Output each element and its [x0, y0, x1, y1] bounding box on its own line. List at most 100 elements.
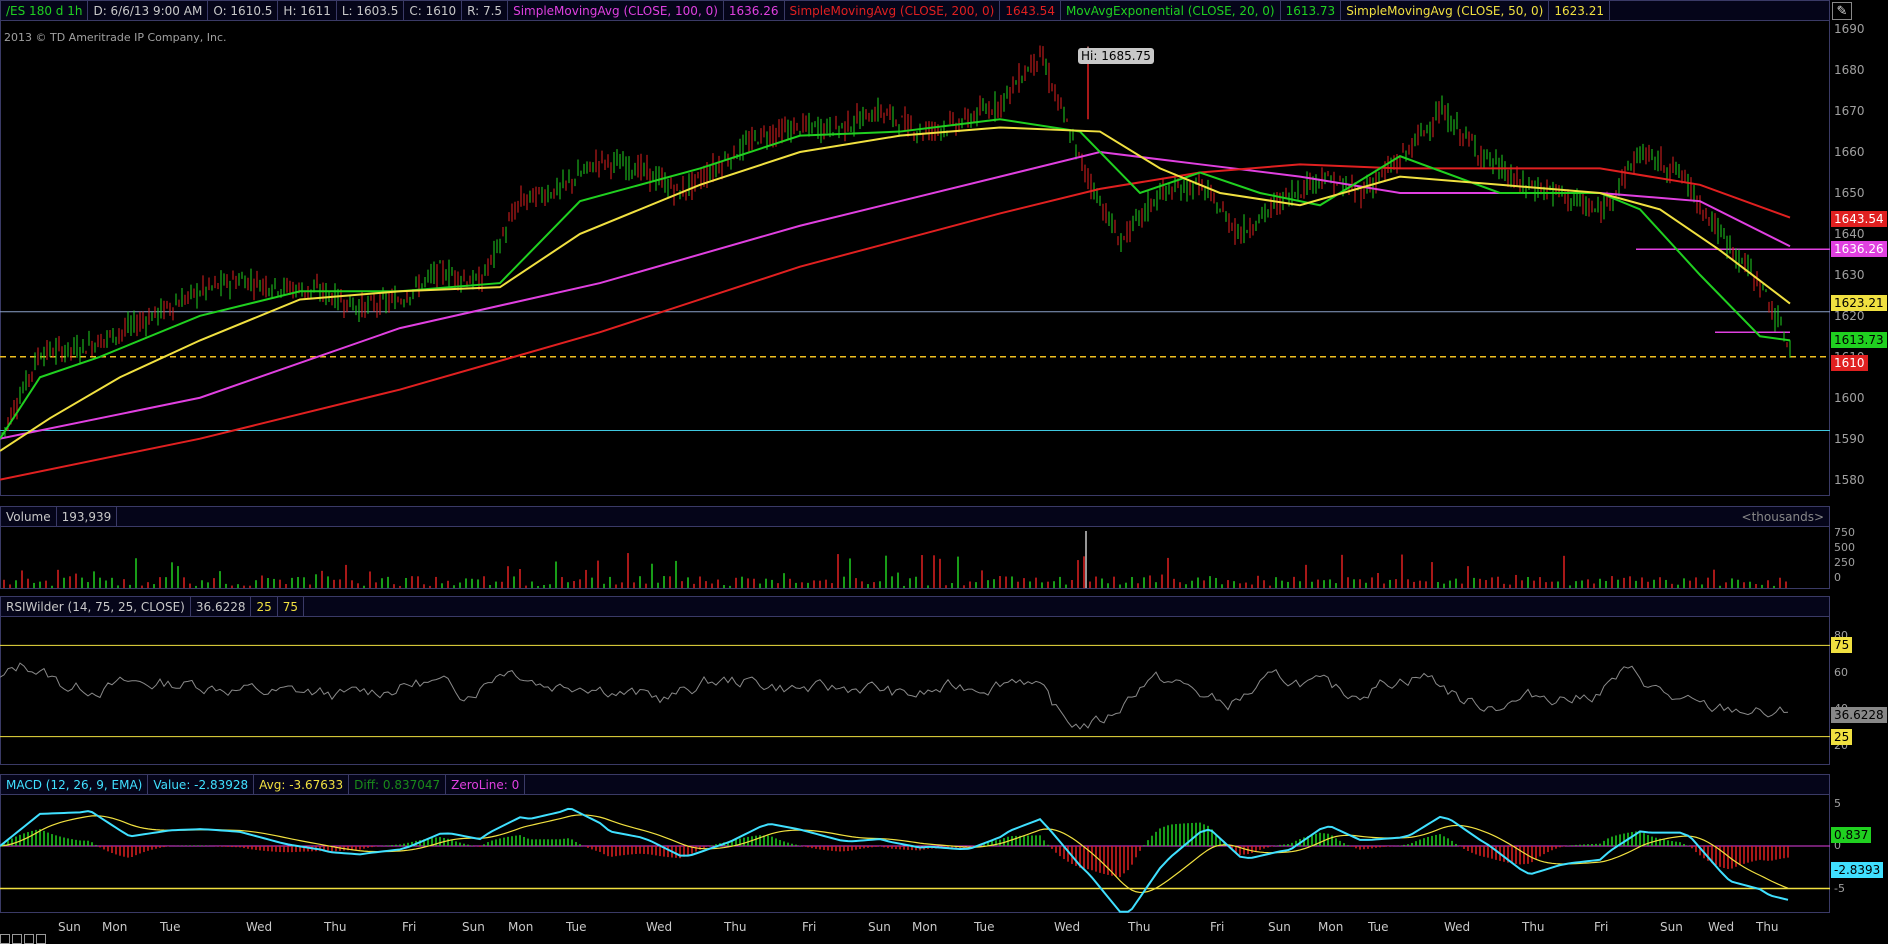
- macd-tag: -2.8393: [1831, 862, 1884, 879]
- low-label: L: 1603.5: [337, 1, 405, 20]
- macd-label[interactable]: MACD (12, 26, 9, EMA): [1, 775, 149, 794]
- study-sma50-value: 1623.21: [1549, 1, 1610, 20]
- rsi-oversold-level: 25: [251, 597, 278, 616]
- price-tick-label: 1690: [1834, 22, 1865, 37]
- price-tick-label: 1630: [1834, 267, 1865, 282]
- rsi-tag: 36.6228: [1831, 707, 1887, 724]
- time-axis-label: Sun: [1268, 920, 1291, 934]
- price-tag: 1613.73: [1831, 331, 1887, 348]
- volume-tick-label: 750: [1834, 526, 1855, 539]
- study-sma100-value: 1636.26: [724, 1, 785, 20]
- pan-icon[interactable]: [24, 934, 34, 944]
- macd-diff: Diff: 0.837047: [349, 775, 447, 794]
- chart-header: /ES 180 d 1h D: 6/6/13 9:00 AM O: 1610.5…: [0, 0, 1830, 21]
- price-tag: 1636.26: [1831, 241, 1887, 258]
- macd-value: Value: -2.83928: [148, 775, 255, 794]
- time-axis-label: Mon: [508, 920, 534, 934]
- study-sma200-label[interactable]: SimpleMovingAvg (CLOSE, 200, 0): [785, 1, 1001, 20]
- time-axis-label: Tue: [1368, 920, 1389, 934]
- price-chart[interactable]: [0, 21, 1830, 496]
- macd-tick-label: 5: [1834, 796, 1841, 810]
- price-tick-label: 1600: [1834, 390, 1865, 405]
- time-axis-label: Fri: [802, 920, 817, 934]
- zoom-out-icon[interactable]: [12, 934, 22, 944]
- study-sma200-value: 1643.54: [1000, 1, 1061, 20]
- zoom-in-icon[interactable]: [0, 934, 10, 944]
- open-label: O: 1610.5: [208, 1, 279, 20]
- macd-chart[interactable]: [0, 796, 1830, 913]
- study-ema20-label[interactable]: MovAvgExponential (CLOSE, 20, 0): [1061, 1, 1281, 20]
- date-label: D: 6/6/13 9:00 AM: [88, 1, 209, 20]
- time-axis-label: Sun: [462, 920, 485, 934]
- time-axis-label: Wed: [646, 920, 673, 934]
- study-ema20-value: 1613.73: [1281, 1, 1342, 20]
- price-tick-label: 1580: [1834, 472, 1865, 487]
- volume-tick-label: 250: [1834, 556, 1855, 569]
- time-axis-label: Thu: [1756, 920, 1779, 934]
- volume-label[interactable]: Volume: [1, 507, 57, 526]
- time-axis-label: Mon: [102, 920, 128, 934]
- time-axis-label: Wed: [1054, 920, 1081, 934]
- time-axis-label: Sun: [1660, 920, 1683, 934]
- price-axis: 1690 1680 1670 1660 1650 1640 1630 1620 1610 1600…: [1832, 21, 1888, 496]
- rsi-header: RSIWilder (14, 75, 25, CLOSE) 36.6228 25…: [0, 596, 1830, 617]
- price-tick-label: 1660: [1834, 145, 1865, 160]
- high-label: H: 1611: [278, 1, 337, 20]
- macd-tick-label: -5: [1834, 881, 1845, 895]
- price-tick-label: 1650: [1834, 185, 1865, 200]
- rsi-overbought-level: 75: [278, 597, 305, 616]
- high-marker-label: Hi: 1685.75: [1078, 48, 1154, 64]
- rsi-label[interactable]: RSIWilder (14, 75, 25, CLOSE): [1, 597, 191, 616]
- time-axis-label: Tue: [160, 920, 181, 934]
- rsi-tick-label: 60: [1834, 665, 1848, 679]
- range-label: R: 7.5: [462, 1, 509, 20]
- time-axis-label: Sun: [58, 920, 81, 934]
- volume-header: Volume 193,939 <thousands>: [0, 506, 1830, 527]
- macd-tag: 0.837: [1831, 826, 1872, 843]
- ma-line-2: [0, 163, 1791, 481]
- rsi-value: 36.6228: [191, 597, 252, 616]
- rsi-tag: 75: [1831, 637, 1853, 654]
- volume-units: <thousands>: [1741, 509, 1824, 524]
- price-tick-label: 1620: [1834, 308, 1865, 323]
- price-tag: 1610: [1831, 354, 1868, 371]
- time-axis-label: Tue: [974, 920, 995, 934]
- volume-tick-label: 500: [1834, 541, 1855, 554]
- time-axis-label: Mon: [1318, 920, 1344, 934]
- macd-avg: Avg: -3.67633: [254, 775, 350, 794]
- chart-settings-icon[interactable]: ✎: [1832, 2, 1852, 20]
- volume-chart[interactable]: [0, 528, 1830, 588]
- time-axis-label: Fri: [1594, 920, 1609, 934]
- volume-value: 193,939: [57, 507, 118, 526]
- price-tag: 1643.54: [1831, 211, 1887, 228]
- price-tick-label: 1670: [1834, 104, 1865, 119]
- time-axis-label: Mon: [912, 920, 938, 934]
- time-axis-label: Tue: [566, 920, 587, 934]
- time-axis-label: Wed: [246, 920, 273, 934]
- study-sma50-label[interactable]: SimpleMovingAvg (CLOSE, 50, 0): [1341, 1, 1550, 20]
- cursor-icon[interactable]: [36, 934, 46, 944]
- time-axis-label: Wed: [1708, 920, 1735, 934]
- macd-zeroline: ZeroLine: 0: [446, 775, 526, 794]
- macd-axis: 5 0 -5: [1832, 796, 1888, 912]
- time-axis-label: Thu: [724, 920, 747, 934]
- price-tick-label: 1680: [1834, 63, 1865, 78]
- time-axis-label: Wed: [1444, 920, 1471, 934]
- time-axis-label: Thu: [324, 920, 347, 934]
- volume-axis: 750 500 250 0: [1832, 526, 1888, 588]
- price-tick-label: 1640: [1834, 226, 1865, 241]
- rsi-tag: 25: [1831, 728, 1853, 745]
- symbol-label[interactable]: /ES 180 d 1h: [1, 1, 89, 20]
- study-sma100-label[interactable]: SimpleMovingAvg (CLOSE, 100, 0): [508, 1, 724, 20]
- time-axis-label: Fri: [1210, 920, 1225, 934]
- rsi-line: [0, 662, 1789, 730]
- price-tag: 1623.21: [1831, 294, 1887, 311]
- time-axis-label: Fri: [402, 920, 417, 934]
- time-axis-label: Thu: [1522, 920, 1545, 934]
- close-label: C: 1610: [404, 1, 463, 20]
- time-axis-label: Thu: [1128, 920, 1151, 934]
- rsi-chart[interactable]: [0, 618, 1830, 764]
- ma-line-3: [0, 118, 1791, 440]
- volume-tick-label: 0: [1834, 571, 1841, 584]
- time-axis-label: Sun: [868, 920, 891, 934]
